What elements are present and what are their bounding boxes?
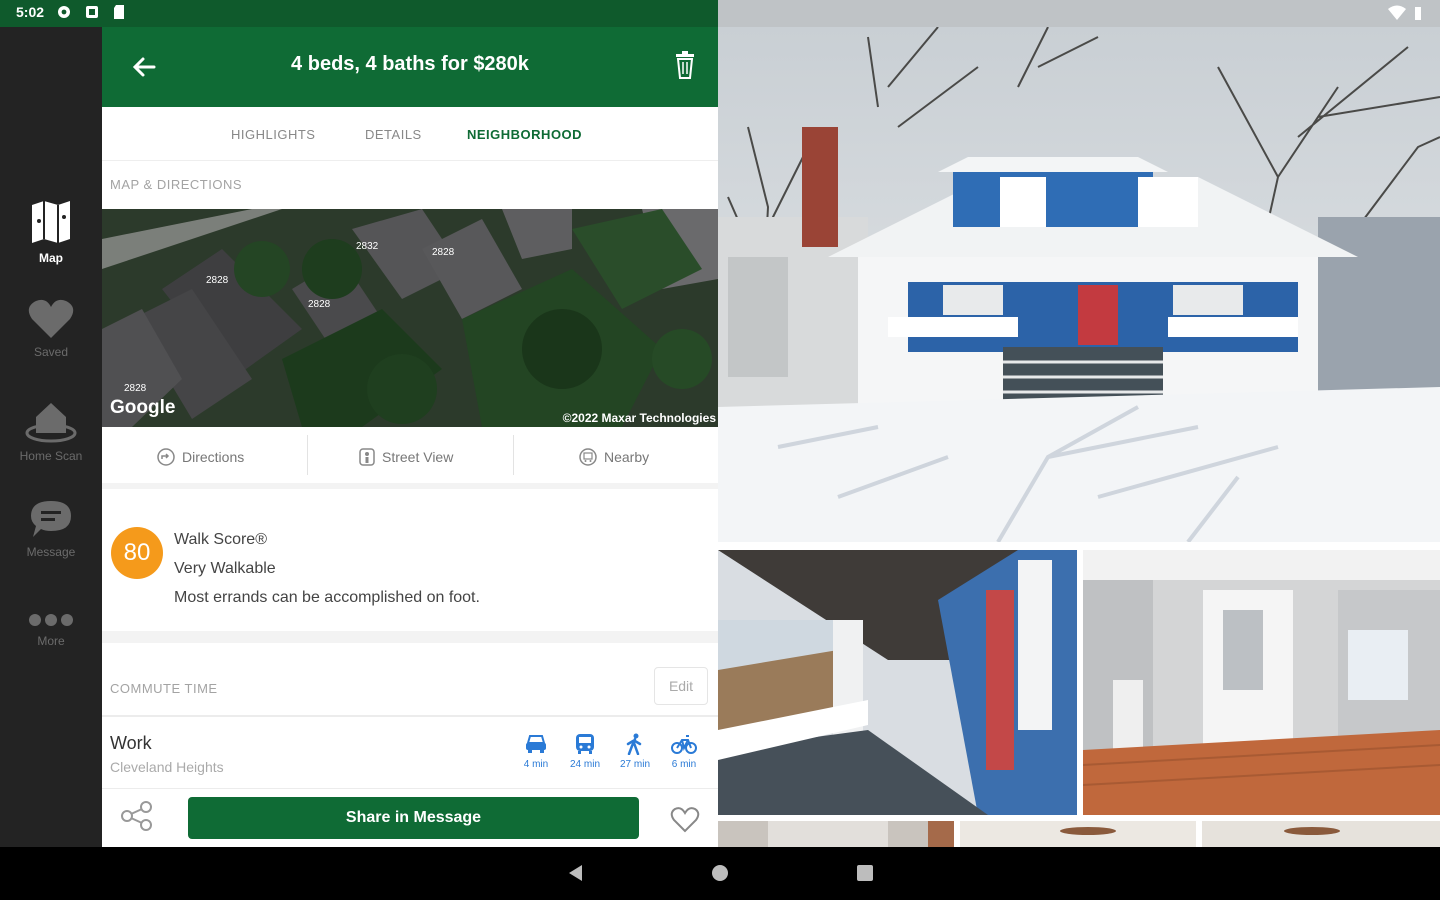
nav-item-message[interactable]: Message [0, 499, 102, 559]
walk-score-title: Walk Score® [174, 531, 267, 548]
heart-icon [28, 299, 74, 338]
bike-icon [671, 735, 697, 754]
back-nav-icon[interactable] [566, 863, 586, 883]
walk-score-card[interactable]: 80 Walk Score® Very Walkable Most errand… [102, 497, 718, 643]
walk-score-rating: Very Walkable [174, 560, 276, 577]
street-view-label: Street View [382, 449, 454, 465]
side-navigation: Map Saved Home Scan Message More [0, 27, 102, 847]
house-exterior-photo[interactable] [718, 27, 1440, 542]
status-bar-right [718, 0, 1440, 27]
sd-card-icon [114, 5, 125, 19]
thumbnail-image [1202, 821, 1440, 847]
map-section-label: MAP & DIRECTIONS [110, 177, 243, 192]
nearby-label: Nearby [604, 449, 650, 465]
house-number-label: 2828 [206, 275, 229, 286]
battery-icon [1415, 7, 1421, 20]
directions-icon [157, 448, 175, 466]
thumbnail-photo[interactable] [1202, 821, 1440, 847]
car-time: 4 min [523, 759, 549, 770]
chat-icon [31, 501, 71, 537]
map-actions: Directions Street View Nearby [102, 427, 718, 489]
nav-label-message: Message [26, 545, 76, 559]
porch-image [718, 550, 1077, 815]
house-exterior-image [718, 27, 1440, 542]
bus-icon [576, 734, 594, 754]
thumbnail-photo[interactable] [960, 821, 1196, 847]
interior-entry-photo[interactable] [1083, 550, 1440, 815]
nav-item-home-scan[interactable]: Home Scan [0, 397, 102, 463]
nearby-icon [579, 448, 597, 466]
home-nav-icon[interactable] [710, 863, 730, 883]
commute-mode-bike[interactable]: 6 min [662, 733, 706, 770]
walk-score-badge: 80 [111, 527, 163, 579]
nearby-button[interactable]: Nearby [578, 447, 649, 467]
favorite-heart-icon[interactable] [670, 807, 700, 833]
bottom-action-bar: Share in Message [102, 789, 718, 847]
house-number-label: 2828 [432, 247, 455, 258]
porch-photo[interactable] [718, 550, 1077, 815]
recents-nav-icon[interactable] [855, 863, 875, 883]
tab-highlights[interactable]: HIGHLIGHTS [231, 127, 315, 142]
satellite-image: 2832 2828 2828 2828 2828 [102, 209, 718, 427]
listing-header: 4 beds, 4 baths for $280k [102, 27, 718, 107]
photo-gallery [718, 27, 1440, 847]
commute-mode-walk[interactable]: 27 min [613, 733, 657, 770]
interior-entry-image [1083, 550, 1440, 815]
settings-icon [58, 6, 71, 18]
share-in-message-button[interactable]: Share in Message [188, 797, 639, 839]
commute-mode-bus[interactable]: 24 min [563, 733, 607, 770]
thumbnail-image [718, 821, 954, 847]
nav-label-map: Map [39, 251, 63, 265]
tab-neighborhood[interactable]: NEIGHBORHOOD [467, 127, 582, 142]
commute-header: COMMUTE TIME Edit [102, 655, 718, 717]
commute-place-sub: Cleveland Heights [110, 759, 224, 775]
nav-label-more: More [37, 634, 65, 648]
detail-tabs: HIGHLIGHTS DETAILS NEIGHBORHOOD [102, 107, 718, 161]
nav-item-more[interactable]: More [0, 612, 102, 648]
tab-details[interactable]: DETAILS [365, 127, 422, 142]
status-time: 5:02 [16, 4, 45, 20]
listing-title: 4 beds, 4 baths for $280k [291, 53, 529, 75]
nav-item-saved[interactable]: Saved [0, 299, 102, 359]
thumbnail-photo[interactable] [718, 821, 954, 847]
directions-button[interactable]: Directions [156, 447, 244, 467]
commute-section-label: COMMUTE TIME [110, 681, 218, 696]
edit-commute-button[interactable]: Edit [654, 667, 708, 705]
google-logo: Google [110, 397, 176, 418]
bike-time: 6 min [671, 759, 697, 770]
house-number-label: 2832 [356, 241, 379, 252]
satellite-map[interactable]: 2832 2828 2828 2828 2828 Google ©2022 Ma… [102, 209, 718, 427]
bus-time: 24 min [569, 759, 600, 770]
commute-mode-car[interactable]: 4 min [514, 733, 558, 770]
directions-label: Directions [182, 449, 245, 465]
home-scan-icon [25, 403, 77, 443]
walk-time: 27 min [619, 759, 650, 770]
more-icon [29, 614, 73, 626]
share-icon[interactable] [120, 801, 154, 831]
walk-icon [626, 733, 642, 755]
divider [513, 435, 514, 475]
system-navigation-bar [0, 847, 1440, 900]
car-icon [526, 735, 546, 753]
house-number-label: 2828 [308, 299, 331, 310]
divider [307, 435, 308, 475]
nav-label-home-scan: Home Scan [19, 449, 83, 463]
trash-icon[interactable] [674, 51, 696, 79]
street-view-button[interactable]: Street View [358, 447, 453, 467]
map-copyright: ©2022 Maxar Technologies [562, 411, 716, 425]
walk-score-description: Most errands can be accomplished on foot… [174, 589, 480, 606]
map-icon [32, 201, 70, 243]
commute-row[interactable]: Work Cleveland Heights 4 min 24 min 27 m… [102, 719, 718, 789]
notification-icon [86, 6, 99, 18]
house-number-label: 2828 [124, 383, 147, 394]
listing-detail-panel: 4 beds, 4 baths for $280k HIGHLIGHTS DET… [102, 27, 718, 847]
thumbnail-image [960, 821, 1196, 847]
street-view-icon [359, 448, 375, 466]
nav-item-map[interactable]: Map [0, 199, 102, 265]
nav-label-saved: Saved [33, 345, 69, 359]
wifi-icon [1388, 5, 1406, 20]
commute-place: Work [110, 733, 152, 753]
